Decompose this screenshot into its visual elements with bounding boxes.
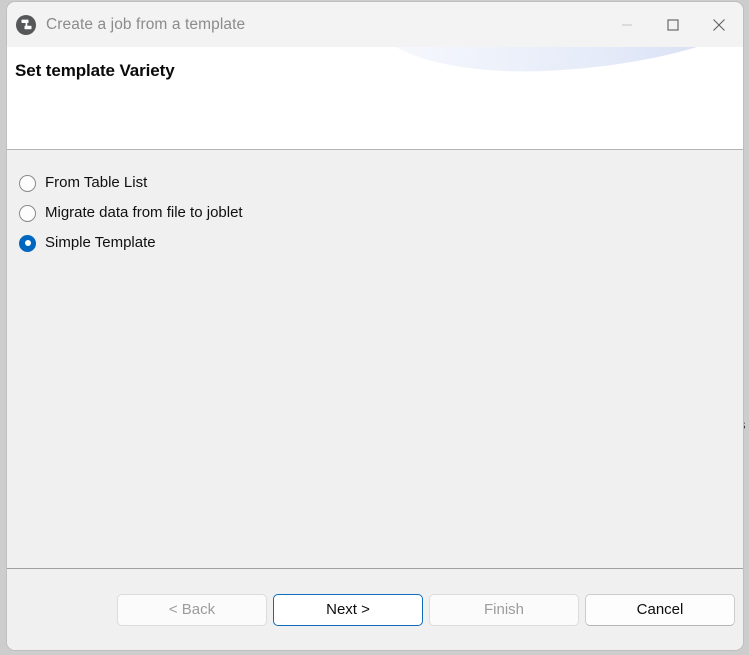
dialog-body: From Table List Migrate data from file t… [7,150,743,568]
template-variety-radio-group: From Table List Migrate data from file t… [7,168,743,258]
cancel-button[interactable]: Cancel [585,593,735,626]
page-title: Set template Variety [15,61,175,80]
radio-icon[interactable] [19,174,36,192]
dialog-button-bar: < Back Next > Finish Cancel [7,568,743,650]
close-button[interactable] [696,2,742,47]
radio-option-migrate-data-from-file-to-joblet[interactable]: Migrate data from file to joblet [7,198,743,228]
maximize-button[interactable] [650,2,696,47]
title-bar[interactable]: Create a job from a template [7,2,743,47]
next-button[interactable]: Next > [273,593,423,626]
minimize-button[interactable] [604,2,650,47]
header-decoration-swoosh [369,47,743,79]
create-job-from-template-dialog: Create a job from a template Set templat… [7,2,743,650]
back-button[interactable]: < Back [117,593,267,626]
radio-option-from-table-list[interactable]: From Table List [7,168,743,198]
finish-button[interactable]: Finish [429,593,579,626]
radio-label: From Table List [45,174,148,191]
radio-label: Simple Template [45,234,156,251]
caption-buttons [604,2,743,47]
radio-label: Migrate data from file to joblet [45,204,243,221]
radio-icon[interactable] [19,204,36,222]
job-template-icon [16,14,36,35]
wizard-header: Set template Variety [7,47,743,150]
screen: s Create a job from a template [0,0,749,655]
window-title: Create a job from a template [46,15,246,33]
radio-option-simple-template[interactable]: Simple Template [7,228,743,258]
radio-icon-selected[interactable] [19,234,36,252]
